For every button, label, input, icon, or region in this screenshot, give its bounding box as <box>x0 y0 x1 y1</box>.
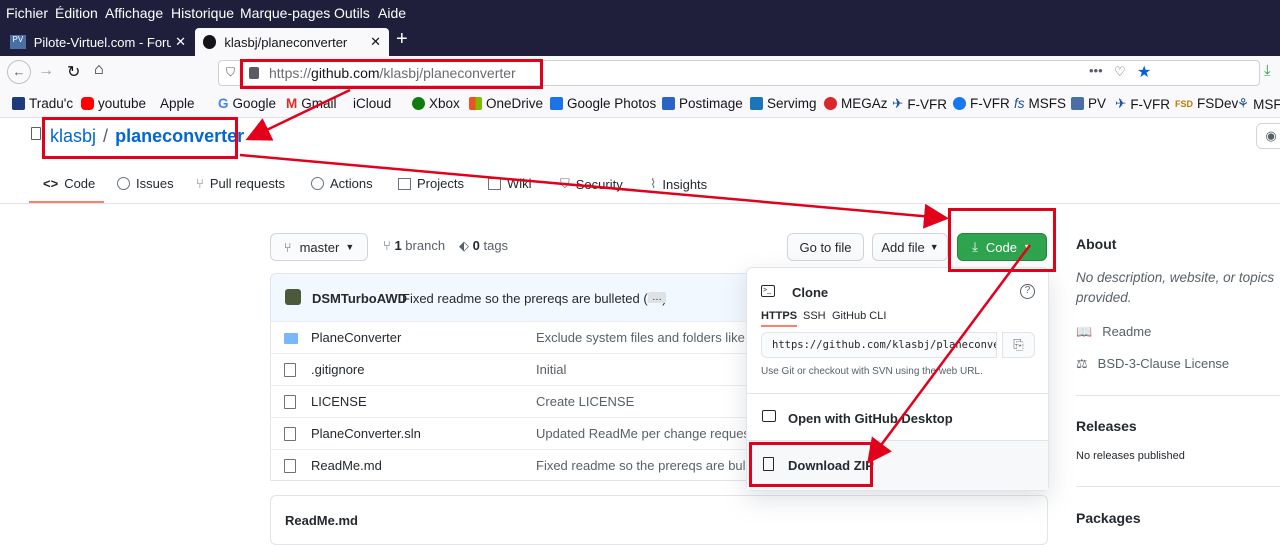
arrow-repo-to-code <box>239 153 949 229</box>
arrow-code-to-zip <box>867 244 1032 465</box>
arrow-url-to-repo <box>245 88 351 141</box>
annotation-arrows <box>239 88 1032 465</box>
